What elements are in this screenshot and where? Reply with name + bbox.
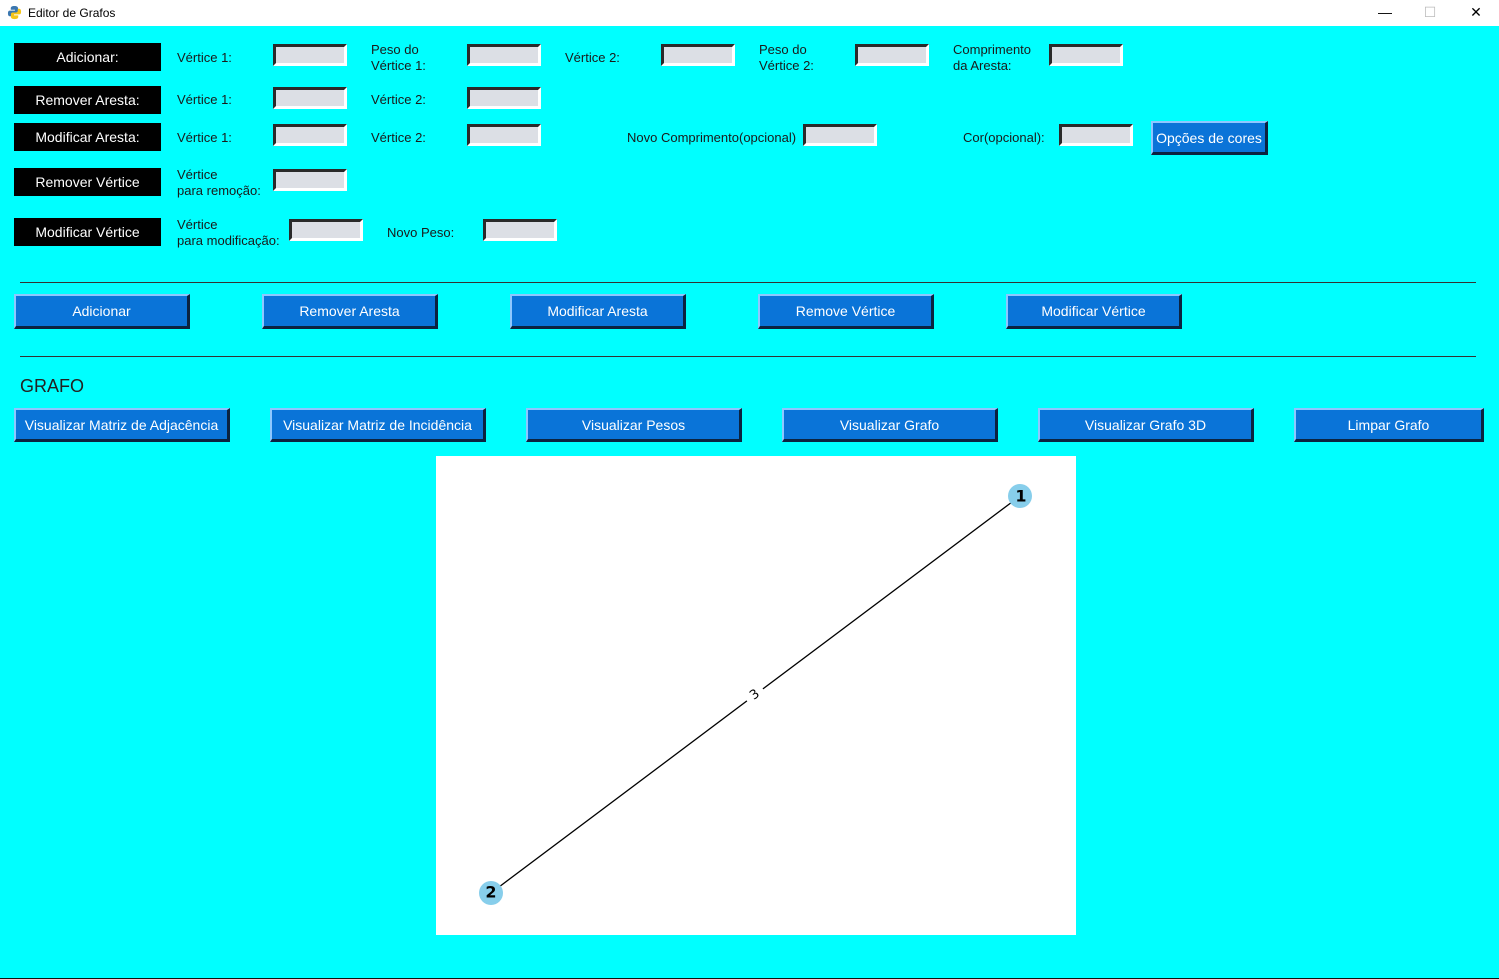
view-incidence-matrix-button[interactable]: Visualizar Matriz de Incidência [270, 408, 486, 442]
graph-svg: 3 1 2 [479, 484, 1032, 905]
python-app-icon [7, 5, 22, 20]
minimize-button[interactable]: — [1362, 0, 1408, 26]
view-adjacency-matrix-button[interactable]: Visualizar Matriz de Adjacência [14, 408, 230, 442]
add-edge-length-label: Comprimento da Aresta: [953, 42, 1032, 73]
add-weight2-input[interactable] [855, 44, 929, 66]
remove-vertex-label: Vértice para remoção: [177, 167, 261, 198]
title-bar: Editor de Grafos — ☐ ✕ [0, 0, 1499, 26]
color-input[interactable] [1059, 124, 1133, 146]
modify-vertex-button[interactable]: Modificar Vértice [1006, 294, 1182, 329]
modify-edge-vertex1-label: Vértice 1: [177, 130, 232, 145]
modify-edge-vertex1-input[interactable] [273, 124, 347, 146]
modify-vertex-section-label: Modificar Vértice [14, 218, 161, 246]
remove-edge-button[interactable]: Remover Aresta [262, 294, 438, 329]
remove-edge-vertex1-input[interactable] [273, 87, 347, 109]
color-label: Cor(opcional): [963, 130, 1045, 145]
remove-edge-vertex2-input[interactable] [467, 87, 541, 109]
remove-edge-section-label: Remover Aresta: [14, 86, 161, 114]
view-graph-3d-button[interactable]: Visualizar Grafo 3D [1038, 408, 1254, 442]
modify-edge-vertex2-input[interactable] [467, 124, 541, 146]
add-weight2-label: Peso do Vértice 2: [759, 42, 814, 73]
graph-node-1-label: 1 [1015, 487, 1026, 506]
add-button[interactable]: Adicionar [14, 294, 190, 329]
modify-vertex-input[interactable] [289, 219, 363, 241]
graph-canvas[interactable]: 3 1 2 [436, 456, 1076, 935]
new-length-label: Novo Comprimento(opcional) [627, 130, 797, 145]
add-section-label: Adicionar: [14, 43, 161, 71]
clear-graph-button[interactable]: Limpar Grafo [1294, 408, 1484, 442]
new-weight-label: Novo Peso: [387, 225, 455, 240]
add-vertex2-label: Vértice 2: [565, 50, 620, 65]
graph-node-2-label: 2 [485, 883, 496, 902]
color-options-button[interactable]: Opções de cores [1151, 121, 1268, 155]
separator-top [20, 282, 1476, 283]
separator-bottom [20, 356, 1476, 357]
new-length-input[interactable] [803, 124, 877, 146]
add-edge-length-input[interactable] [1049, 44, 1123, 66]
add-vertex1-label: Vértice 1: [177, 50, 232, 65]
new-weight-input[interactable] [483, 219, 557, 241]
add-vertex1-input[interactable] [273, 44, 347, 66]
add-vertex2-input[interactable] [661, 44, 735, 66]
remove-vertex-section-label: Remover Vértice [14, 168, 161, 196]
view-graph-button[interactable]: Visualizar Grafo [782, 408, 998, 442]
remove-edge-vertex1-label: Vértice 1: [177, 92, 232, 107]
remove-edge-vertex2-label: Vértice 2: [371, 92, 426, 107]
maximize-button[interactable]: ☐ [1407, 0, 1453, 26]
remove-vertex-button[interactable]: Remove Vértice [758, 294, 934, 329]
modify-edge-vertex2-label: Vértice 2: [371, 130, 426, 145]
add-weight1-label: Peso do Vértice 1: [371, 42, 426, 73]
modify-vertex-label: Vértice para modificação: [177, 217, 280, 248]
window-title: Editor de Grafos [28, 6, 116, 20]
remove-vertex-input[interactable] [273, 169, 347, 191]
view-weights-button[interactable]: Visualizar Pesos [526, 408, 742, 442]
main-panel: Adicionar: Vértice 1: Peso do Vértice 1: … [0, 26, 1499, 979]
modify-edge-section-label: Modificar Aresta: [14, 123, 161, 151]
modify-edge-button[interactable]: Modificar Aresta [510, 294, 686, 329]
add-weight1-input[interactable] [467, 44, 541, 66]
close-button[interactable]: ✕ [1453, 0, 1499, 26]
graph-section-title: GRAFO [20, 376, 85, 396]
